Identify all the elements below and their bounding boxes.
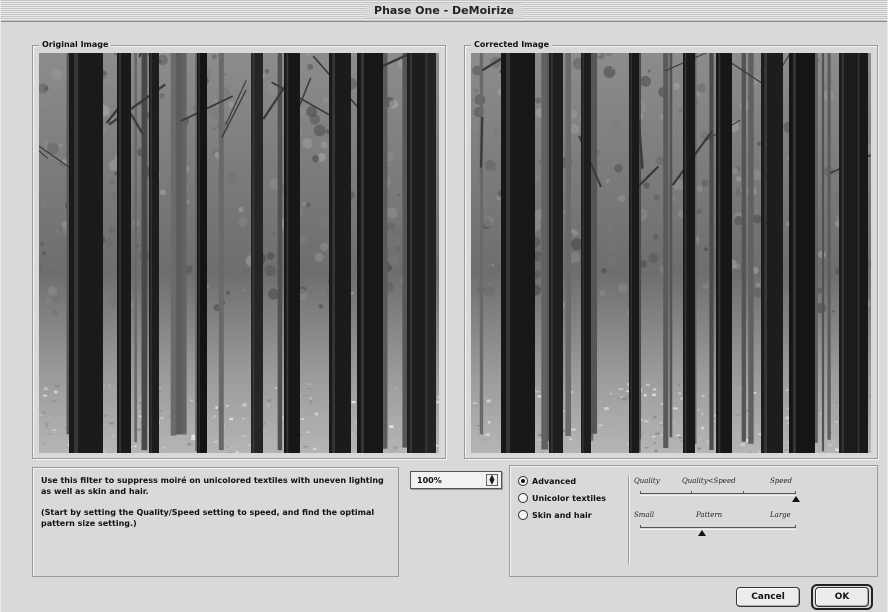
- quality-slider-labels: Quality Quality<Speed Speed: [634, 476, 800, 486]
- divider: [628, 476, 630, 564]
- corrected-image-preview[interactable]: [471, 53, 871, 453]
- original-image-label: Original Image: [39, 39, 112, 51]
- speed-label: Speed: [770, 477, 793, 485]
- radio-skin-label: Skin and hair: [532, 511, 592, 520]
- radio-unicolor-label: Unicolor textiles: [532, 494, 607, 503]
- description-text: Use this filter to suppress moiré on uni…: [41, 476, 384, 496]
- pattern-size-slider[interactable]: [640, 525, 796, 536]
- slider-tick: [691, 491, 692, 494]
- quality-label: Quality: [634, 477, 660, 485]
- slider-tick: [795, 525, 796, 528]
- pattern-label: Pattern: [696, 511, 723, 519]
- quality-speed-label: Quality<Speed: [682, 477, 736, 485]
- original-image-preview[interactable]: [39, 53, 439, 453]
- slider-thumb-icon[interactable]: [698, 530, 707, 536]
- updown-arrows-icon: ▲ ▼: [486, 474, 498, 486]
- ok-button[interactable]: OK: [815, 587, 869, 607]
- radio-empty-icon: [518, 493, 528, 503]
- description-box: Use this filter to suppress moiré on uni…: [32, 467, 399, 577]
- cancel-button[interactable]: Cancel: [736, 587, 800, 607]
- corrected-image-label: Corrected Image: [471, 39, 553, 51]
- radio-advanced-label: Advanced: [532, 477, 577, 486]
- slider-tick: [795, 491, 796, 494]
- zoom-value: 100%: [417, 476, 442, 485]
- description-hint: (Start by setting the Quality/Speed sett…: [41, 508, 375, 528]
- slider-thumb-icon[interactable]: [792, 496, 800, 502]
- pattern-slider-labels: Small Pattern Large: [634, 510, 800, 520]
- radio-advanced[interactable]: Advanced: [518, 476, 576, 488]
- small-label: Small: [634, 511, 655, 519]
- radio-empty-icon: [518, 510, 528, 520]
- title-bar[interactable]: Phase One - DeMoirize: [1, 0, 887, 22]
- forest-photo-original: [39, 53, 439, 453]
- options-panel: Advanced Unicolor textiles Skin and hair…: [509, 465, 878, 577]
- radio-skin-and-hair[interactable]: Skin and hair: [518, 510, 592, 522]
- large-label: Large: [770, 511, 791, 519]
- quality-speed-slider[interactable]: [640, 491, 800, 502]
- slider-tick: [743, 491, 744, 494]
- radio-unicolor-textiles[interactable]: Unicolor textiles: [518, 493, 606, 505]
- radio-selected-icon: [518, 476, 528, 486]
- slider-tick: [640, 525, 641, 528]
- slider-tick: [640, 491, 641, 494]
- original-image-panel: Original Image: [32, 39, 446, 459]
- zoom-select[interactable]: 100% ▲ ▼: [410, 471, 502, 489]
- demoirize-dialog: Phase One - DeMoirize Original Image Cor…: [0, 0, 888, 612]
- corrected-image-panel: Corrected Image: [464, 39, 878, 459]
- window-title: Phase One - DeMoirize: [366, 3, 522, 18]
- forest-photo-corrected: [471, 53, 871, 453]
